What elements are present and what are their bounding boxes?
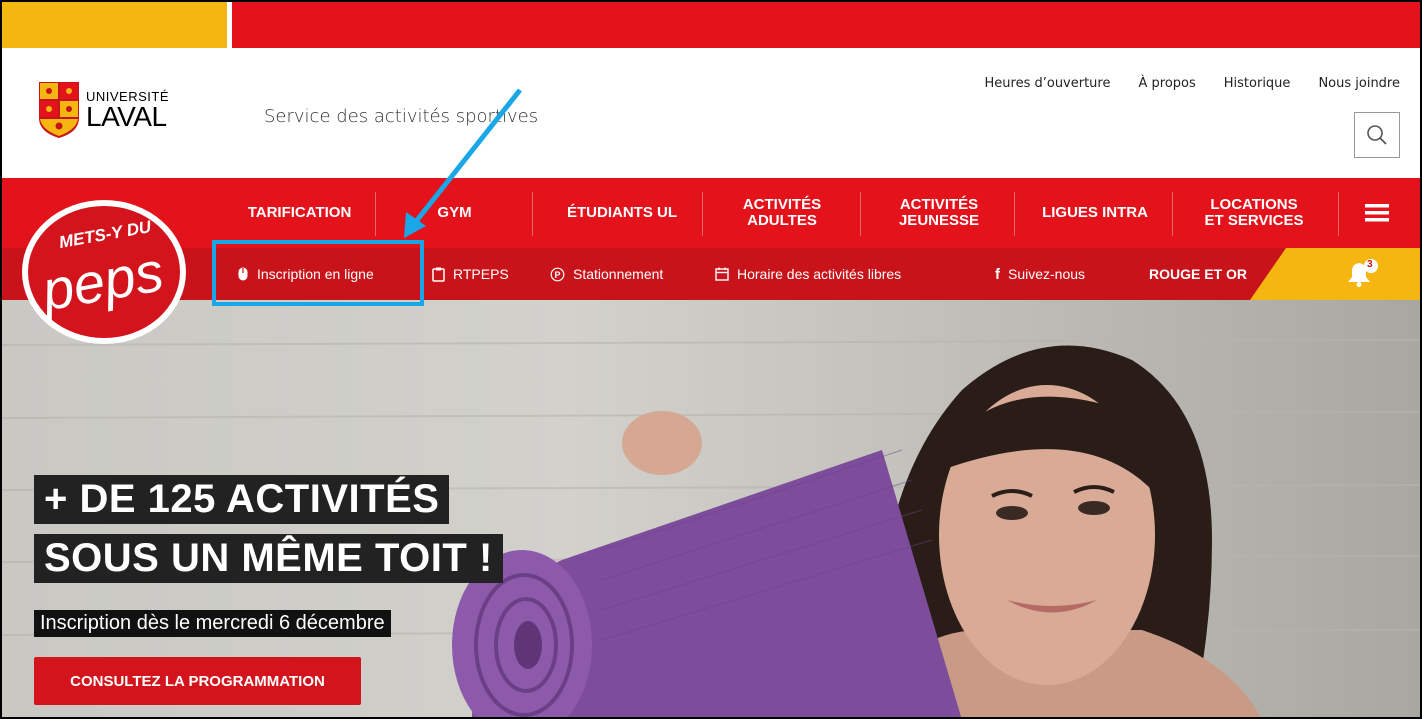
nav-divider: [702, 192, 703, 236]
nav-divider: [375, 192, 376, 236]
parking-icon: P: [550, 267, 565, 281]
service-title: Service des activités sportives: [264, 106, 539, 127]
nav-ligues-intra[interactable]: LIGUES INTRA: [1020, 178, 1170, 248]
top-color-bar: [2, 2, 1420, 48]
nav-gym[interactable]: GYM: [397, 178, 512, 248]
logo-line2: LAVAL: [86, 100, 167, 132]
notifications-button[interactable]: 3: [1342, 258, 1382, 290]
crest-icon: [39, 82, 79, 138]
gold-band: [2, 2, 227, 48]
calendar-icon: [715, 267, 729, 281]
link-nous-joindre[interactable]: Nous joindre: [1318, 76, 1400, 91]
menu-button[interactable]: [1342, 178, 1412, 248]
utility-links: Heures d’ouverture À propos Historique N…: [985, 76, 1401, 91]
hero-headline-1: + DE 125 ACTIVITÉS: [34, 475, 450, 524]
link-heures[interactable]: Heures d’ouverture: [985, 76, 1111, 91]
subnav-horaire[interactable]: Horaire des activités libres: [715, 248, 901, 300]
clipboard-icon: [432, 267, 445, 282]
nav-tarification[interactable]: TARIFICATION: [227, 178, 372, 248]
universite-laval-logo[interactable]: UNIVERSITÉ LAVAL: [38, 80, 169, 140]
nav-divider: [532, 192, 533, 236]
bell-icon: [1348, 259, 1378, 287]
nav-divider: [1338, 192, 1339, 236]
site-header: UNIVERSITÉ LAVAL Service des activités s…: [2, 48, 1420, 178]
search-button[interactable]: [1354, 112, 1400, 158]
nav-divider: [1014, 192, 1015, 236]
subnav-stationnement[interactable]: P Stationnement: [550, 248, 663, 300]
link-historique[interactable]: Historique: [1224, 76, 1291, 91]
svg-text:P: P: [554, 269, 560, 279]
nav-locations-services[interactable]: LOCATIONS ET SERVICES: [1174, 178, 1334, 248]
subnav-label: Stationnement: [573, 266, 664, 282]
notification-count: 3: [1367, 259, 1373, 270]
nav-etudiants-ul[interactable]: ÉTUDIANTS UL: [542, 178, 702, 248]
subnav-label: Horaire des activités libres: [737, 266, 902, 282]
facebook-icon: f: [995, 265, 1000, 283]
subnav-rouge-et-or[interactable]: ROUGE ET OR: [1149, 248, 1247, 300]
nav-activites-jeunesse[interactable]: ACTIVITÉS JEUNESSE: [864, 178, 1014, 248]
band-separator: [227, 2, 232, 48]
hero-subheadline: Inscription dès le mercredi 6 décembre: [34, 610, 391, 637]
browser-page: UNIVERSITÉ LAVAL Service des activités s…: [0, 0, 1422, 719]
nav-divider: [1172, 192, 1173, 236]
hero-headline-2: SOUS UN MÊME TOIT !: [34, 534, 503, 583]
main-nav: TARIFICATION GYM ÉTUDIANTS UL ACTIVITÉS …: [2, 178, 1420, 248]
subnav-label: RTPEPS: [453, 266, 509, 282]
subnav-rtpeps[interactable]: RTPEPS: [432, 248, 509, 300]
nav-divider: [860, 192, 861, 236]
hamburger-icon: [1365, 204, 1389, 222]
nav-activites-adultes[interactable]: ACTIVITÉS ADULTES: [707, 178, 857, 248]
subnav-suivez-nous[interactable]: f Suivez-nous: [995, 248, 1085, 300]
link-a-propos[interactable]: À propos: [1138, 76, 1195, 91]
search-icon: [1367, 125, 1387, 145]
subnav-label: Suivez-nous: [1008, 266, 1086, 282]
consultez-programmation-button[interactable]: CONSULTEZ LA PROGRAMMATION: [34, 657, 361, 705]
peps-badge[interactable]: METS-Y DU peps: [16, 190, 194, 350]
annotation-highlight-box: [212, 240, 424, 306]
notification-band: [1250, 248, 1420, 300]
